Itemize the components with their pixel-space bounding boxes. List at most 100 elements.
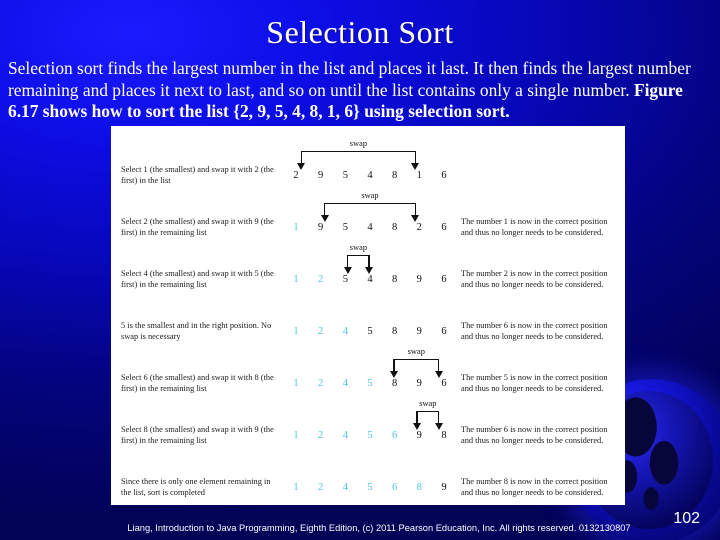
row-note: The number 1 is now in the correct posit… <box>461 217 608 238</box>
list-item: 8 <box>441 430 447 441</box>
swap-bar <box>393 359 440 360</box>
swap-label: swap <box>407 347 425 356</box>
list-item: 8 <box>392 274 398 285</box>
list-item: 1 <box>293 222 299 233</box>
swap-arrow: swap <box>297 139 420 172</box>
row-note: The number 8 is now in the correct posit… <box>461 477 608 498</box>
swap-arrowhead-left <box>343 267 352 274</box>
swap-arrow: swap <box>389 347 443 380</box>
row-numbers: 1 2 4 5 8 9 6 <box>289 378 451 389</box>
row-numbers: 1 2 4 5 6 9 8 <box>289 430 451 441</box>
list-item: 4 <box>342 482 348 493</box>
list-item: 4 <box>342 326 348 337</box>
list-item: 4 <box>342 430 348 441</box>
row-note: The number 5 is now in the correct posit… <box>461 373 608 394</box>
list-item: 1 <box>416 170 422 181</box>
figure-row: Select 6 (the smallest) and swap it with… <box>111 347 625 416</box>
row-description: Select 1 (the smallest) and swap it with… <box>121 165 274 186</box>
list-item: 2 <box>318 430 324 441</box>
selection-sort-figure: Select 1 (the smallest) and swap it with… <box>111 126 625 505</box>
row-numbers: 1 2 4 5 6 8 9 <box>289 482 451 493</box>
list-item: 4 <box>367 274 373 285</box>
list-item: 9 <box>441 482 447 493</box>
list-item: 6 <box>441 274 447 285</box>
row-note: The number 2 is now in the correct posit… <box>461 269 608 290</box>
swap-arrow: swap <box>343 243 374 276</box>
swap-arrowhead-right <box>411 215 420 222</box>
list-item: 4 <box>342 378 348 389</box>
list-item: 5 <box>367 430 373 441</box>
list-item: 9 <box>318 170 324 181</box>
row-description: Select 8 (the smallest) and swap it with… <box>121 425 274 446</box>
swap-arrowhead-left <box>389 371 398 378</box>
list-item: 9 <box>416 274 422 285</box>
row-description: Select 2 (the smallest) and swap it with… <box>121 217 274 238</box>
figure-row: Select 1 (the smallest) and swap it with… <box>111 139 625 208</box>
swap-bar <box>300 151 417 152</box>
list-item: 2 <box>318 482 324 493</box>
body-lead-text: Selection sort finds the largest number … <box>8 58 691 100</box>
list-item: 2 <box>416 222 422 233</box>
swap-label: swap <box>361 191 379 200</box>
list-item: 6 <box>441 326 447 337</box>
page-number: 102 <box>673 510 700 527</box>
swap-arrowhead-right <box>411 163 420 170</box>
list-item: 8 <box>392 222 398 233</box>
list-item: 6 <box>441 170 447 181</box>
list-item: 9 <box>416 326 422 337</box>
list-item: 6 <box>441 378 447 389</box>
list-item: 5 <box>367 482 373 493</box>
swap-arrowhead-right <box>434 423 443 430</box>
list-item: 8 <box>392 326 398 337</box>
swap-bar <box>323 203 417 204</box>
row-description: Select 4 (the smallest) and swap it with… <box>121 269 274 290</box>
slide-canvas: Selection Sort Selection sort finds the … <box>0 0 720 540</box>
swap-bar <box>346 255 370 256</box>
list-item: 1 <box>293 326 299 337</box>
swap-arrowhead-left <box>413 423 422 430</box>
figure-row: 5 is the smallest and in the right posit… <box>111 312 625 364</box>
list-item: 5 <box>367 326 373 337</box>
list-item: 6 <box>392 430 398 441</box>
row-numbers: 1 2 5 4 8 9 6 <box>289 274 451 285</box>
row-numbers: 2 9 5 4 8 1 6 <box>289 170 451 181</box>
slide-body-text: Selection sort finds the largest number … <box>8 58 710 123</box>
figure-row: Since there is only one element remainin… <box>111 468 625 505</box>
swap-bar <box>416 411 440 412</box>
list-item: 1 <box>293 274 299 285</box>
row-note: The number 6 is now in the correct posit… <box>461 321 608 342</box>
list-item: 5 <box>342 222 348 233</box>
slide-title: Selection Sort <box>266 14 454 50</box>
list-item: 5 <box>342 274 348 285</box>
list-item: 8 <box>392 378 398 389</box>
figure-row: Select 8 (the smallest) and swap it with… <box>111 399 625 468</box>
list-item: 6 <box>392 482 398 493</box>
row-description: Since there is only one element remainin… <box>121 477 271 498</box>
footer-credit: Liang, Introduction to Java Programming,… <box>127 522 631 533</box>
list-item: 1 <box>293 378 299 389</box>
row-description: 5 is the smallest and in the right posit… <box>121 321 272 342</box>
list-item: 2 <box>293 170 299 181</box>
list-item: 4 <box>367 222 373 233</box>
list-item: 5 <box>367 378 373 389</box>
swap-arrowhead-right <box>434 371 443 378</box>
row-description: Select 6 (the smallest) and swap it with… <box>121 373 274 394</box>
swap-label: swap <box>349 243 368 252</box>
list-item: 9 <box>416 430 422 441</box>
list-item: 2 <box>318 326 324 337</box>
swap-arrowhead-left <box>297 163 306 170</box>
row-numbers: 1 9 5 4 8 2 6 <box>289 222 451 233</box>
list-item: 9 <box>318 222 324 233</box>
swap-arrowhead-left <box>320 215 329 222</box>
row-note: The number 6 is now in the correct posit… <box>461 425 608 446</box>
list-item: 8 <box>416 482 422 493</box>
list-item: 8 <box>392 170 398 181</box>
list-item: 2 <box>318 378 324 389</box>
row-numbers: 1 2 4 5 8 9 6 <box>289 326 451 337</box>
swap-arrow: swap <box>320 191 420 224</box>
swap-arrowhead-right <box>365 267 374 274</box>
list-item: 1 <box>293 482 299 493</box>
list-item: 2 <box>318 274 324 285</box>
list-item: 1 <box>293 430 299 441</box>
swap-label: swap <box>419 399 437 408</box>
